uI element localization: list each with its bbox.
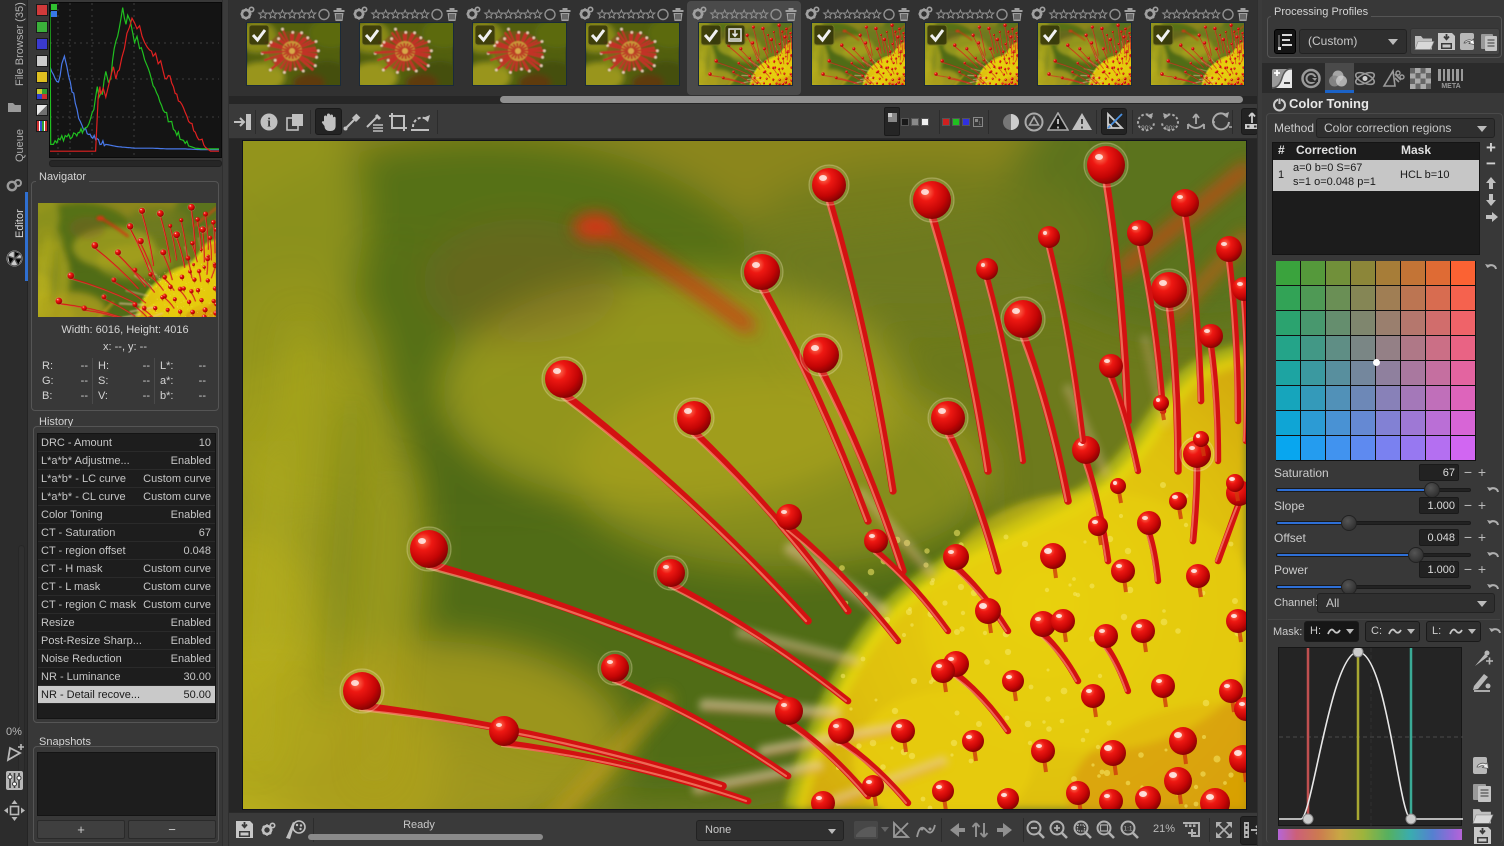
svg-text:1:1: 1:1 <box>1123 826 1132 833</box>
svg-text:L: L <box>979 121 982 127</box>
svg-text:90°: 90° <box>1141 124 1151 132</box>
svg-text:META: META <box>1441 83 1460 89</box>
svg-text:i: i <box>267 115 271 130</box>
svg-text:90°: 90° <box>1165 124 1175 132</box>
